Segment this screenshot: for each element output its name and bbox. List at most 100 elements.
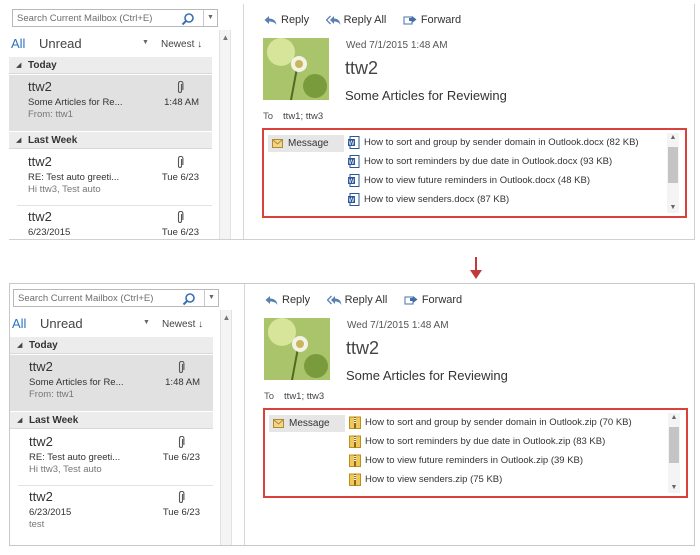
search-scope-dropdown-icon[interactable]: ▼	[204, 290, 218, 306]
magnifier-icon[interactable]	[181, 12, 195, 26]
attachment-scrollbar[interactable]: ▲ ▼	[668, 413, 680, 493]
sort-down-arrow-icon: ↓	[197, 39, 203, 50]
to-value[interactable]: ttw1; ttw3	[283, 111, 323, 122]
scroll-up-icon[interactable]: ▲	[667, 133, 679, 143]
filter-bar: All Unread ▼ Newest ↓	[9, 34, 217, 52]
mail-item-selected[interactable]: ttw2 Some Articles for Re... 1:48 AM Fro…	[10, 355, 213, 411]
search-input[interactable]: Search Current Mailbox (Ctrl+E) ▼	[13, 289, 219, 307]
mail-sender: ttw2	[28, 209, 52, 224]
mail-sender: ttw2	[29, 359, 53, 374]
to-value[interactable]: ttw1; ttw3	[284, 391, 324, 402]
reading-toolbar: Reply Reply All Forward	[263, 10, 473, 28]
mail-preview: From: ttw1	[29, 389, 74, 400]
reply-all-button[interactable]: Reply All	[326, 292, 387, 308]
forward-button[interactable]: Forward	[404, 292, 462, 308]
attachment-item[interactable]: How to view future reminders in Outlook.…	[349, 451, 665, 470]
collapse-triangle-icon: ◢	[17, 417, 23, 424]
mail-time: 1:48 AM	[165, 377, 200, 388]
group-header-last-week[interactable]: ◢ Last Week	[9, 132, 212, 149]
message-date: Wed 7/1/2015 1:48 AM	[346, 40, 448, 51]
mail-time: Tue 6/23	[162, 507, 200, 518]
message-tab[interactable]: Message	[269, 415, 345, 432]
mail-preview: Hi ttw3, Test auto	[28, 184, 101, 195]
mail-item[interactable]: ttw2 6/23/2015 Tue 6/23 test	[10, 485, 213, 541]
word-doc-icon: W	[348, 136, 360, 149]
sort-down-arrow-icon: ↓	[198, 319, 204, 330]
message-tab[interactable]: Message	[268, 135, 344, 152]
filter-unread-tab[interactable]: Unread	[39, 36, 82, 51]
sort-newest-button[interactable]: Newest ↓	[161, 39, 202, 50]
reply-button[interactable]: Reply	[263, 12, 309, 28]
search-scope-dropdown-icon[interactable]: ▼	[203, 10, 217, 26]
attachment-item[interactable]: How to sort and group by sender domain i…	[349, 413, 665, 432]
mail-item-selected[interactable]: ttw2 Some Articles for Re... 1:48 AM Fro…	[9, 75, 212, 131]
paperclip-icon	[178, 436, 185, 448]
outlook-panel-before: Search Current Mailbox (Ctrl+E) ▼ All Un…	[9, 4, 695, 240]
scroll-down-icon[interactable]: ▼	[667, 203, 679, 213]
attachment-area: Message W How to sort and group by sende…	[262, 128, 687, 218]
chevron-down-icon[interactable]: ▼	[143, 319, 150, 326]
reply-label: Reply	[282, 294, 311, 306]
attachment-item[interactable]: How to view senders.zip (75 KB)	[349, 470, 665, 489]
svg-text:W: W	[349, 178, 355, 185]
svg-text:W: W	[349, 159, 355, 166]
group-label: Last Week	[28, 135, 78, 146]
mail-item[interactable]: ttw2 RE: Test auto greeti... Tue 6/23 Hi…	[9, 150, 212, 206]
scroll-up-icon[interactable]: ▲	[221, 33, 230, 42]
message-sender[interactable]: ttw2	[346, 338, 379, 359]
attachment-area: Message How to sort and group by sender …	[263, 408, 688, 498]
forward-button[interactable]: Forward	[403, 12, 461, 28]
message-date: Wed 7/1/2015 1:48 AM	[347, 320, 449, 331]
filter-unread-tab[interactable]: Unread	[40, 316, 83, 331]
mail-subject: RE: Test auto greeti...	[29, 452, 121, 463]
group-label: Today	[28, 60, 57, 71]
reply-label: Reply	[281, 14, 310, 26]
group-header-today[interactable]: ◢ Today	[10, 337, 213, 354]
attachment-name: How to view future reminders in Outlook.…	[365, 455, 584, 466]
filter-all-tab[interactable]: All	[11, 36, 25, 51]
mail-item[interactable]: ttw2 RE: Test auto greeti... Tue 6/23 Hi…	[10, 430, 213, 486]
attachment-item[interactable]: W How to sort and group by sender domain…	[348, 133, 664, 152]
search-input[interactable]: Search Current Mailbox (Ctrl+E) ▼	[12, 9, 218, 27]
forward-label: Forward	[420, 14, 462, 26]
scroll-thumb[interactable]	[668, 147, 678, 183]
scroll-up-icon[interactable]: ▲	[668, 413, 680, 423]
arrow-down-icon	[470, 257, 482, 279]
attachment-item[interactable]: W How to sort reminders by due date in O…	[348, 152, 664, 171]
reading-toolbar: Reply Reply All Forward	[264, 290, 474, 308]
reply-button[interactable]: Reply	[264, 292, 310, 308]
sort-newest-button[interactable]: Newest ↓	[162, 319, 203, 330]
message-sender[interactable]: ttw2	[345, 58, 378, 79]
filter-all-tab[interactable]: All	[12, 316, 26, 331]
mail-list: Search Current Mailbox (Ctrl+E) ▼ All Un…	[10, 284, 232, 545]
attachment-name: How to view future reminders in Outlook.…	[364, 175, 590, 186]
chevron-down-icon[interactable]: ▼	[142, 39, 149, 46]
envelope-icon	[273, 419, 284, 428]
outlook-panel-after: Search Current Mailbox (Ctrl+E) ▼ All Un…	[9, 283, 695, 546]
mail-subject: Some Articles for Re...	[29, 377, 124, 388]
collapse-triangle-icon: ◢	[16, 62, 22, 69]
sender-photo	[264, 318, 330, 380]
word-doc-icon: W	[348, 174, 360, 187]
scroll-thumb[interactable]	[669, 427, 679, 463]
reply-all-button[interactable]: Reply All	[325, 12, 386, 28]
group-header-last-week[interactable]: ◢ Last Week	[10, 412, 213, 429]
scroll-up-icon[interactable]: ▲	[222, 313, 231, 322]
paperclip-icon	[177, 156, 184, 168]
attachment-scrollbar[interactable]: ▲ ▼	[667, 133, 679, 213]
mail-item[interactable]: ttw2 6/23/2015 Tue 6/23	[9, 205, 212, 239]
attachment-item[interactable]: How to sort reminders by due date in Out…	[349, 432, 665, 451]
mail-time: 1:48 AM	[164, 97, 199, 108]
group-header-today[interactable]: ◢ Today	[9, 57, 212, 74]
forward-icon	[404, 296, 418, 305]
group-label: Today	[29, 340, 58, 351]
scroll-down-icon[interactable]: ▼	[668, 483, 680, 493]
attachment-name: How to sort and group by sender domain i…	[365, 417, 632, 428]
magnifier-icon[interactable]	[182, 292, 196, 306]
filter-bar: All Unread ▼ Newest ↓	[10, 314, 218, 332]
mail-list-scrollbar[interactable]: ▲	[219, 30, 231, 239]
mail-list-scrollbar[interactable]: ▲	[220, 310, 232, 545]
zip-folder-icon	[349, 416, 361, 429]
attachment-item[interactable]: W How to view senders.docx (87 KB)	[348, 190, 664, 209]
attachment-item[interactable]: W How to view future reminders in Outloo…	[348, 171, 664, 190]
